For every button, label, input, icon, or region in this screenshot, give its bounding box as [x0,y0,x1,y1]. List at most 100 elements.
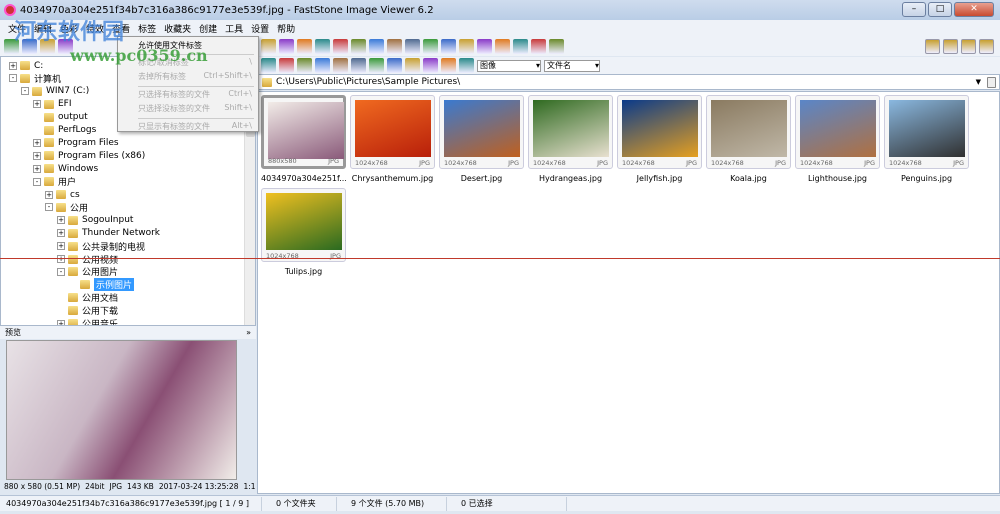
toolbar-button-icon[interactable] [333,58,348,73]
expand-toggle-icon[interactable]: + [33,138,41,147]
toolbar-button-icon[interactable] [459,58,474,73]
toolbar-button-icon[interactable] [351,58,366,73]
thumbnail[interactable]: 1024x768 JPG [706,95,791,169]
thumbnail-caption[interactable]: Koala.jpg [706,174,791,183]
expand-toggle-icon[interactable]: - [33,177,41,186]
tree-node[interactable]: PerfLogs [33,124,96,137]
thumbnail-caption[interactable]: Chrysanthemum.jpg [350,174,435,183]
menu-item[interactable]: 工具 [221,22,247,35]
toolbar-button-icon[interactable] [405,58,420,73]
thumbnail-caption[interactable]: Desert.jpg [439,174,524,183]
thumbnail[interactable]: 1024x768 JPG [617,95,702,169]
close-button[interactable]: ✕ [954,2,994,17]
tree-node[interactable]: + C: [9,59,43,72]
thumbnail-caption[interactable]: Lighthouse.jpg [795,174,880,183]
filter-select[interactable]: 图像 ▾ [477,59,541,72]
expand-toggle-icon[interactable]: - [21,87,29,96]
menu-item[interactable]: 帮助 [273,22,299,35]
thumbnail[interactable]: 1024x768 JPG [261,188,346,262]
thumbnail-caption[interactable]: Hydrangeas.jpg [528,174,613,183]
menu-item-tag[interactable]: 只选择有标签的文件 Ctrl+\ [138,89,252,103]
tree-node[interactable]: + cs [45,188,80,201]
toolbar-button-icon[interactable] [297,38,312,54]
tree-node[interactable]: + Program Files [33,136,119,149]
expand-toggle-icon[interactable]: + [45,190,53,199]
toolbar-button-icon[interactable] [261,58,276,73]
expand-toggle-icon[interactable]: + [57,242,65,251]
minimize-button[interactable]: – [902,2,926,17]
expand-toggle-icon[interactable]: + [33,164,41,173]
toolbar-button-icon[interactable] [315,38,330,54]
view-mode-icon[interactable] [925,38,940,54]
expand-toggle-icon[interactable]: + [57,216,65,225]
thumbnail[interactable]: 1024x768 JPG [439,95,524,169]
tree-node[interactable]: 示例图片 [69,278,135,292]
menu-item[interactable]: 编辑 [30,22,56,35]
thumbnail[interactable]: 1024x768 JPG [884,95,969,169]
tree-node[interactable]: + 公共录制的电视 [57,240,145,253]
expand-toggle-icon[interactable]: - [57,267,65,276]
menu-item-tag[interactable]: 去掉所有标签 Ctrl+Shift+\ [138,71,252,85]
toolbar-button-icon[interactable] [423,38,438,54]
maximize-button[interactable]: □ [928,2,952,17]
expand-toggle-icon[interactable]: + [57,229,65,238]
toolbar-button-icon[interactable] [297,58,312,73]
thumbnail[interactable]: 880x580 JPG [261,95,346,169]
menu-item[interactable]: 标签 [134,22,160,35]
menu-item[interactable]: 设置 [247,22,273,35]
chevron-down-icon[interactable]: ▼ [976,78,981,86]
toolbar-button-icon[interactable] [315,58,330,73]
toolbar-button-icon[interactable] [513,38,528,54]
menu-item-tag[interactable]: 只选择没标签的文件 Shift+\ [138,103,252,117]
menu-item[interactable]: 创建 [195,22,221,35]
toolbar-button-icon[interactable] [22,38,37,54]
tree-node[interactable]: - 用户 [33,175,76,188]
expand-toggle-icon[interactable]: + [33,100,41,109]
tree-node[interactable]: output [33,111,88,124]
toolbar-button-icon[interactable] [369,38,384,54]
toolbar-button-icon[interactable] [405,38,420,54]
tree-node[interactable]: + Thunder Network [57,227,160,240]
thumbnail[interactable]: 1024x768 JPG [528,95,613,169]
expand-toggle-icon[interactable]: - [9,74,17,83]
toolbar-button-icon[interactable] [441,38,456,54]
tree-node[interactable]: + Program Files (x86) [33,149,145,162]
toolbar-button-icon[interactable] [351,38,366,54]
address-bar[interactable]: C:\Users\Public\Pictures\Sample Pictures… [257,74,1000,90]
trash-icon[interactable] [987,76,996,88]
toolbar-button-icon[interactable] [40,38,55,54]
thumbnail-caption[interactable]: Penguins.jpg [884,174,969,183]
sort-select[interactable]: 文件名 ▾ [544,59,600,72]
menu-item[interactable]: 特效 [82,22,108,35]
thumbnail-caption[interactable]: Jellyfish.jpg [617,174,702,183]
view-mode-icon[interactable] [979,38,994,54]
toolbar-button-icon[interactable] [495,38,510,54]
tree-node[interactable]: 公用下载 [57,304,118,317]
thumbnail[interactable]: 1024x768 JPG [350,95,435,169]
menu-item-tag[interactable]: 只显示有标签的文件 Alt+\ [138,121,252,135]
toolbar-button-icon[interactable] [549,38,564,54]
thumbnail-caption[interactable]: 4034970a304e251f... [261,174,346,183]
expand-toggle-icon[interactable]: - [45,203,53,212]
toolbar-button-icon[interactable] [423,58,438,73]
tree-node[interactable]: - WIN7 (C:) [21,85,89,98]
tree-node[interactable]: + EFI [33,98,72,111]
tree-node[interactable]: + 公用视频 [57,253,118,266]
thumbnail[interactable]: 1024x768 JPG [795,95,880,169]
tree-node[interactable]: + Windows [33,162,98,175]
toolbar-button-icon[interactable] [4,38,19,54]
view-mode-icon[interactable] [943,38,958,54]
toolbar-button-icon[interactable] [477,38,492,54]
toolbar-button-icon[interactable] [459,38,474,54]
tree-node[interactable]: - 公用图片 [57,265,118,278]
tree-node[interactable]: - 公用 [45,201,88,214]
menu-item[interactable]: 收藏夹 [160,22,195,35]
menu-item[interactable]: 文件 [4,22,30,35]
tree-node[interactable]: - 计算机 [9,72,61,85]
toolbar-button-icon[interactable] [279,58,294,73]
thumbnail-caption[interactable]: Tulips.jpg [261,267,346,276]
menu-item[interactable]: 查看 [108,22,134,35]
collapse-icon[interactable]: » [246,326,251,339]
view-mode-icon[interactable] [961,38,976,54]
menu-item[interactable]: 色彩 [56,22,82,35]
